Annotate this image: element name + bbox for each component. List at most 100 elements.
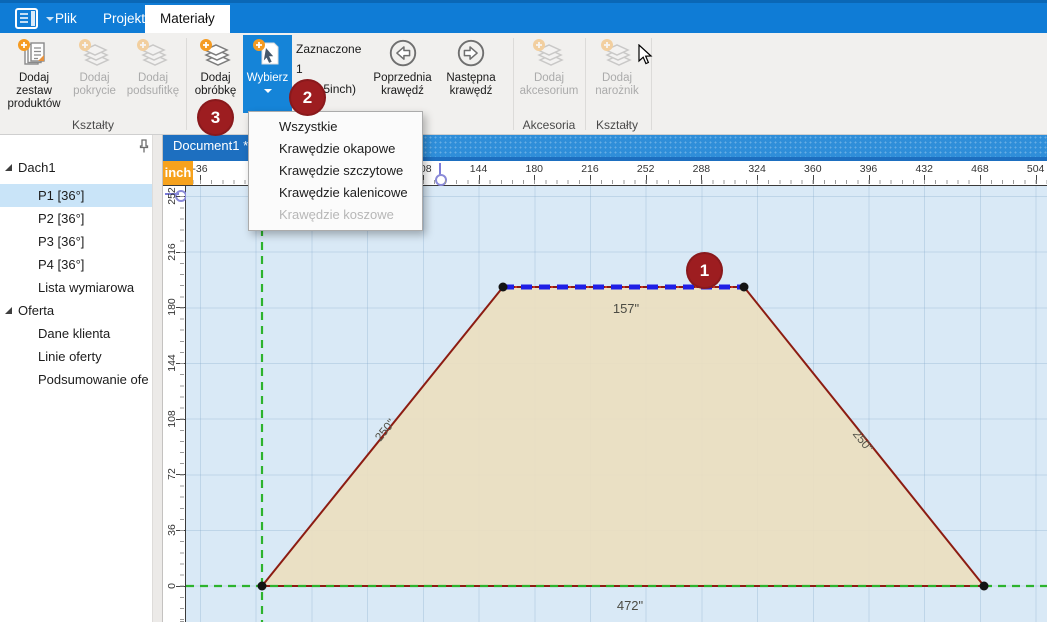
tree-item-label: Oferta [18, 299, 54, 322]
next-edge-button[interactable]: Następna krawędź [439, 35, 503, 113]
h-ruler-tick-label: 396 [854, 163, 884, 175]
previous-edge-label: Poprzednia krawędź [368, 72, 437, 98]
add-soffit-icon [136, 38, 170, 70]
document-tab[interactable]: Document1 * [163, 135, 258, 157]
h-ruler-tick-label: 468 [965, 163, 995, 175]
h-ruler-tick-label: 216 [575, 163, 605, 175]
add-corner-button: Dodaj narożnik [588, 35, 646, 113]
group-label-ksztalty-2: Kształty [586, 117, 648, 133]
group-separator [651, 38, 652, 130]
previous-edge-icon [386, 38, 420, 70]
select-icon [251, 38, 285, 70]
h-ruler-tick [534, 175, 535, 184]
measurement-bottom: 472" [617, 598, 644, 613]
add-soffit-button: Dodaj podsufitkę [123, 35, 183, 113]
title-bar: Plik Projekt Materiały [0, 0, 1047, 33]
tree-item-oferta[interactable]: Oferta [0, 299, 152, 322]
vertex-handle[interactable] [980, 582, 989, 591]
add-accessory-label: Dodaj akcesorium [516, 72, 582, 98]
tree-item-linie-oferty[interactable]: Linie oferty [0, 345, 152, 368]
v-ruler-tick-label: 108 [165, 410, 179, 428]
h-ruler-tick [701, 175, 702, 184]
ruler-unit-box[interactable]: inch [163, 161, 193, 185]
roof-panel-shape[interactable] [262, 287, 984, 586]
ruler-cursor-marker-x-circle [435, 174, 447, 186]
panel-splitter[interactable] [152, 135, 163, 622]
h-ruler-tick-label: 360 [798, 163, 828, 175]
tree-item-label: P2 [36°] [38, 207, 84, 230]
tree-item-dach1[interactable]: Dach1 [0, 156, 152, 179]
v-ruler-tick-label: 216 [165, 243, 179, 261]
tree-item-p4[interactable]: P4 [36°] [0, 253, 152, 276]
v-ruler-tick-label: 72 [165, 465, 179, 483]
tree-item-p1[interactable]: P1 [36°] [0, 184, 152, 207]
group-label-akcesoria: Akcesoria [514, 117, 584, 133]
v-ruler-tick-label: 36 [165, 521, 179, 539]
menu-item-wszystkie[interactable]: Wszystkie [249, 116, 422, 138]
menu-item-krawedzie-okapowe[interactable]: Krawędzie okapowe [249, 138, 422, 160]
next-edge-label: Następna krawędź [439, 72, 503, 98]
vertex-handle[interactable] [499, 283, 508, 292]
h-ruler-tick [869, 175, 870, 184]
add-covering-icon [78, 38, 112, 70]
h-ruler-tick-label: 144 [464, 163, 494, 175]
add-product-set-button[interactable]: Dodaj zestaw produktów [2, 35, 66, 113]
tree-item-lista-wymiarowa[interactable]: Lista wymiarowa [0, 276, 152, 299]
selection-title: Zaznaczone [296, 39, 366, 59]
add-flashing-icon [199, 38, 233, 70]
previous-edge-button[interactable]: Poprzednia krawędź [368, 35, 437, 113]
h-ruler-tick [757, 175, 758, 184]
h-ruler-tick [200, 175, 201, 184]
tree-item-label: P4 [36°] [38, 253, 84, 276]
project-tree-panel: Dach1 P1 [36°] P2 [36°] P3 [36°] P4 [36°… [0, 135, 152, 622]
ribbon: Dodaj zestaw produktów Dodaj pokrycie [0, 33, 1047, 135]
add-corner-label: Dodaj narożnik [588, 72, 646, 98]
tree-expander-icon[interactable] [5, 164, 12, 171]
roof-panel-drawing: 157" 472" 250" 250" [186, 186, 1047, 622]
add-soffit-label: Dodaj podsufitkę [123, 72, 183, 98]
tree-item-label: Dane klienta [38, 322, 110, 345]
h-ruler-tick-label: 180 [519, 163, 549, 175]
tree-item-p3[interactable]: P3 [36°] [0, 230, 152, 253]
h-ruler-tick-label: 324 [742, 163, 772, 175]
h-ruler-tick [813, 175, 814, 184]
h-ruler-tick [590, 175, 591, 184]
tree-item-label: Lista wymiarowa [38, 276, 134, 299]
tree-expander-icon[interactable] [5, 307, 12, 314]
app-menu-icon[interactable] [14, 8, 42, 30]
tree-item-label: Podsumowanie ofe [38, 368, 149, 391]
tab-plik[interactable]: Plik [40, 5, 92, 33]
h-ruler-tick-label: 504 [1021, 163, 1047, 175]
vertex-handle[interactable] [258, 582, 267, 591]
v-ruler-tick-label: 180 [165, 298, 179, 316]
add-accessory-button: Dodaj akcesorium [516, 35, 582, 113]
menu-item-krawedzie-kalenicowe[interactable]: Krawędzie kalenicowe [249, 182, 422, 204]
group-separator [186, 38, 187, 130]
tree-item-p2[interactable]: P2 [36°] [0, 207, 152, 230]
measurement-top: 157" [613, 301, 640, 316]
tree-item-podsumowanie-oferty[interactable]: Podsumowanie ofe [0, 368, 152, 391]
tree-item-label: Linie oferty [38, 345, 102, 368]
tree-item-dane-klienta[interactable]: Dane klienta [0, 322, 152, 345]
h-ruler-tick [1036, 175, 1037, 184]
tree-item-label: Dach1 [18, 156, 56, 179]
select-dropdown-caret-icon[interactable] [264, 89, 272, 93]
next-edge-icon [454, 38, 488, 70]
menu-item-krawedzie-koszowe: Krawędzie koszowe [249, 204, 422, 226]
tab-materialy[interactable]: Materiały [145, 5, 230, 33]
add-product-set-icon [17, 38, 51, 70]
content-row: 25221618014410872360 157" 472" 250" 250" [163, 186, 1047, 622]
vertical-ruler: 25221618014410872360 [163, 186, 186, 622]
h-ruler-tick [646, 175, 647, 184]
menu-item-krawedzie-szczytowe[interactable]: Krawędzie szczytowe [249, 160, 422, 182]
pin-icon[interactable] [138, 139, 150, 153]
add-covering-label: Dodaj pokrycie [67, 72, 122, 98]
select-button[interactable]: Wybierz [243, 35, 292, 113]
add-corner-icon [600, 38, 634, 70]
group-label-ksztalty: Kształty [2, 117, 184, 133]
vertex-handle[interactable] [740, 283, 749, 292]
add-product-set-label: Dodaj zestaw produktów [2, 72, 66, 111]
h-ruler-tick-label: 432 [909, 163, 939, 175]
drawing-canvas[interactable]: 157" 472" 250" 250" [186, 186, 1047, 622]
application-window: Plik Projekt Materiały Dodaj zest [0, 0, 1047, 622]
